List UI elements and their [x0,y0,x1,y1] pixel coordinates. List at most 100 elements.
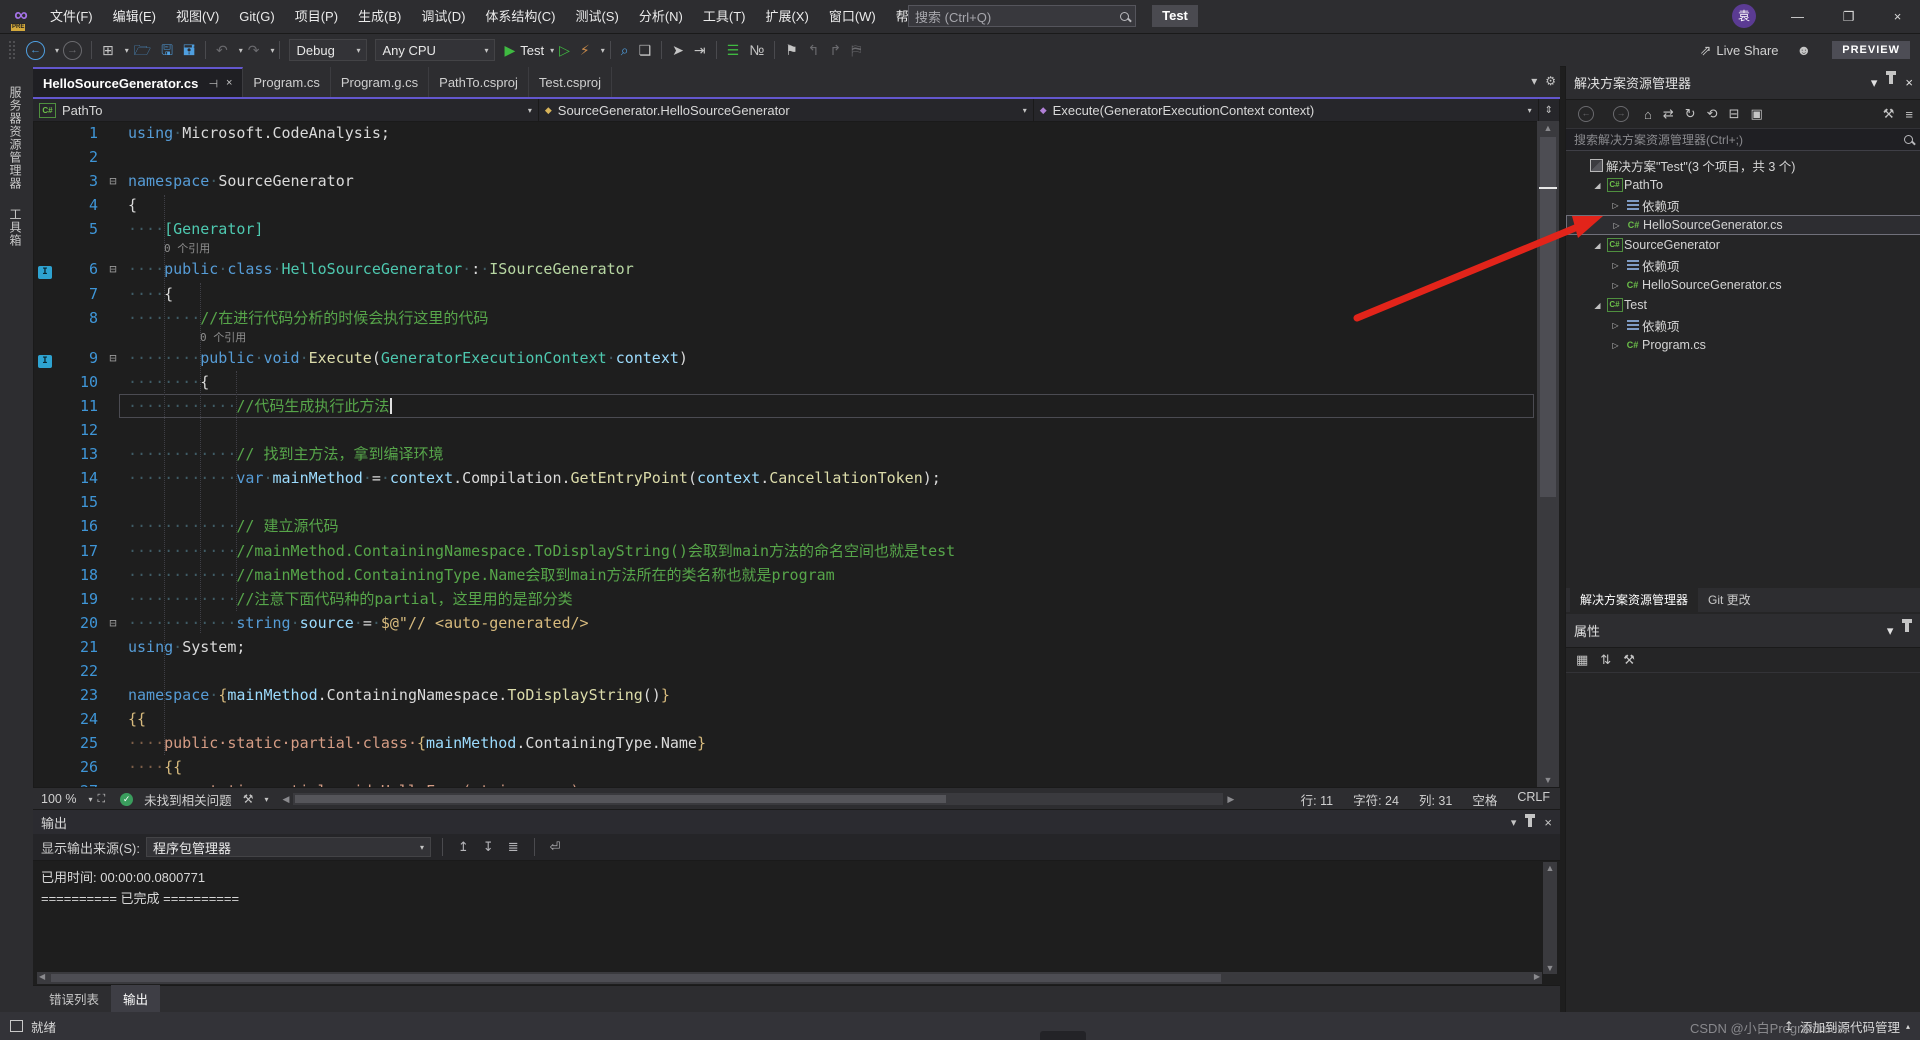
server-explorer-vertical-tab[interactable]: 服务器资源管理器 [7,86,24,190]
code-line-18[interactable]: 18 ············//mainMethod.ContainingTyp… [33,563,1537,587]
maximize-button[interactable]: ❐ [1826,0,1871,33]
breadcrumb-member-dropdown[interactable]: ◆ Execute(GeneratorExecutionContext cont… [1034,99,1539,121]
chevron-down-icon[interactable]: ▾ [1871,75,1878,91]
code-line-23[interactable]: 23 namespace·{mainMethod.ContainingNamesp… [33,683,1537,707]
close-icon[interactable]: × [1905,75,1913,91]
start-debug-icon[interactable]: ▶ [504,34,515,66]
editor-vertical-scrollbar[interactable]: ▲ ▼ [1537,121,1559,787]
code-line-15[interactable]: 15 [33,490,1537,514]
comment-lines-icon[interactable]: ☰ [727,34,740,66]
codelens[interactable]: 0 个引用 [33,241,1537,257]
open-file-icon[interactable]: 🗁 [134,34,151,66]
breadcrumb-type-dropdown[interactable]: ◆ SourceGenerator.HelloSourceGenerator ▾ [539,99,1034,121]
toolbox-vertical-tab[interactable]: 工具箱 [7,208,24,247]
margin-indicator-icon[interactable]: I [38,354,52,368]
search-input[interactable]: 搜索 (Ctrl+Q) [908,5,1136,27]
solution-explorer-header[interactable]: 解决方案资源管理器 ▾ × [1566,66,1920,100]
tree-item-SourceGenerator[interactable]: ◢ C# SourceGenerator [1566,235,1920,255]
explorer-tab-1[interactable]: Git 更改 [1698,587,1761,612]
chevron-down-icon[interactable]: ▾ [1887,623,1894,639]
clear-all-icon[interactable]: ≣ [508,839,519,855]
code-line-27[interactable]: 27········static·partial·void·HelloFrom(… [33,779,1537,787]
alphabetical-icon[interactable]: ⇅ [1600,652,1611,668]
document-tab-4[interactable]: Test.csproj [529,67,613,98]
properties-header[interactable]: 属性 ▾ × [1566,614,1920,648]
code-editor[interactable]: 1 using·Microsoft.CodeAnalysis; 2 3 ⊟ namespa… [33,121,1537,787]
menu-item-9[interactable]: 分析(N) [629,0,693,33]
search-icon[interactable] [1904,135,1913,144]
wrench-icon[interactable]: ⚒ [1623,652,1635,668]
spaces-indicator[interactable]: 空格 [1472,790,1497,809]
redo-icon[interactable]: ↷ [248,34,260,66]
gear-icon[interactable]: ⚙ [1545,74,1556,88]
code-line-7[interactable]: 7 ····{ [33,282,1537,306]
code-line-2[interactable]: 2 [33,145,1537,169]
code-line-3[interactable]: 3 ⊟ namespace·SourceGenerator [33,169,1537,193]
window-list-icon[interactable]: ▾ [1531,74,1537,88]
output-horizontal-scrollbar[interactable]: ◀ ▶ [37,972,1542,984]
bottom-tab-0[interactable]: 错误列表 [37,985,111,1012]
code-line-9[interactable]: I 9 ⊟ ········public·void·Execute(Generator… [33,346,1537,370]
health-check-icon[interactable]: ✓ [120,792,134,806]
minimize-button[interactable]: — [1775,0,1820,33]
hscroll-right-icon[interactable]: ▶ [1227,794,1234,805]
code-line-8[interactable]: 8 ········//在进行代码分析的时候会执行这里的代码 [33,306,1537,330]
prev-bookmark-icon[interactable]: ↰ [808,34,820,66]
switch-views-icon[interactable]: ⇄ [1663,106,1674,122]
menu-item-0[interactable]: 文件(F) [40,0,103,33]
code-line-5[interactable]: 5 ····[Generator] [33,217,1537,241]
solution-explorer-search[interactable]: 搜索解决方案资源管理器(Ctrl+;) [1566,129,1920,151]
menu-item-4[interactable]: 项目(P) [285,0,348,33]
document-tab-2[interactable]: Program.g.cs [331,67,430,98]
document-tab-1[interactable]: Program.cs [243,67,331,98]
code-line-4[interactable]: 4{ [33,193,1537,217]
solution-config-dropdown[interactable]: Debug ▾ [289,39,368,61]
scrollbar-thumb[interactable] [1540,137,1556,497]
code-line-10[interactable]: 10 ········{ [33,370,1537,394]
tree-item--Test-3-3-[interactable]: 解决方案"Test"(3 个项目，共 3 个) [1566,155,1920,175]
close-icon[interactable]: × [1544,815,1552,830]
collapse-icon[interactable]: ◢ [1590,241,1605,250]
code-line-21[interactable]: 21 using·System; [33,635,1537,659]
document-tab-3[interactable]: PathTo.csproj [429,67,529,98]
explorer-tab-0[interactable]: 解决方案资源管理器 [1570,587,1699,612]
search-icon[interactable] [1120,11,1129,21]
goto-prev-message-icon[interactable]: ↥ [458,839,469,855]
tree-item--[interactable]: ▷ 依赖项 [1566,195,1920,215]
code-line-16[interactable]: 16 ············// 建立源代码 [33,514,1537,538]
feedback-icon[interactable]: ☻ [1797,34,1812,66]
code-line-24[interactable]: 24{{ [33,707,1537,731]
output-source-dropdown[interactable]: 程序包管理器 ▾ [145,837,431,857]
wrench-icon[interactable]: ⚒ [243,788,254,810]
sync-icon[interactable]: ↻ [1685,106,1696,122]
next-bookmark-icon[interactable]: ↱ [830,34,842,66]
code-line-12[interactable]: 12 [33,418,1537,442]
menu-item-12[interactable]: 窗口(W) [819,0,886,33]
bookmark-icon[interactable]: ⚑ [785,34,798,66]
forward-icon[interactable]: → [1613,106,1629,122]
line-indicator[interactable]: 行: 11 [1301,790,1333,809]
code-line-22[interactable]: 22 [33,659,1537,683]
tree-item-Test[interactable]: ◢ C# Test [1566,295,1920,315]
indent-icon[interactable]: ⇥ [694,34,706,66]
menu-item-2[interactable]: 视图(V) [166,0,229,33]
refresh-icon[interactable]: ⟲ [1707,106,1718,122]
menu-item-6[interactable]: 调试(D) [411,0,475,33]
tree-item--[interactable]: ▷ 依赖项 [1566,315,1920,335]
toolbar-grip[interactable] [8,40,16,60]
output-content[interactable]: 已用时间: 00:00:00.0800771 ========== 已完成 ===… [33,861,1560,909]
menu-item-8[interactable]: 测试(S) [565,0,628,33]
tree-item--[interactable]: ▷ 依赖项 [1566,255,1920,275]
show-all-files-icon[interactable]: ▣ [1750,106,1762,122]
tree-item-Program.cs[interactable]: ▷ C# Program.cs [1566,335,1920,355]
col-indicator[interactable]: 列: 31 [1419,790,1452,809]
home-icon[interactable]: ⌂ [1644,107,1652,122]
scroll-up-icon[interactable]: ▲ [1537,123,1559,133]
expand-icon[interactable]: ▷ [1609,221,1624,230]
clear-bookmarks-icon[interactable]: ⛿ [851,34,861,66]
hot-reload-icon[interactable]: ⚡ [580,34,590,66]
bottom-tab-1[interactable]: 输出 [111,985,161,1012]
chevron-down-icon[interactable]: ▾ [1511,816,1517,829]
split-editor-button[interactable]: ⇕ [1539,99,1560,121]
live-share-icon[interactable]: ⇗ [1700,34,1712,66]
